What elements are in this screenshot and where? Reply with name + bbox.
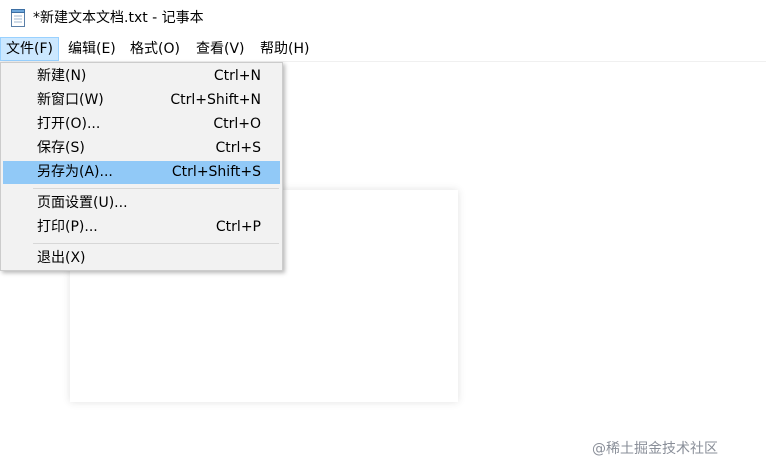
menu-item-shortcut: Ctrl+Shift+N [170,92,261,108]
menu-item-print[interactable]: 打印(P)... Ctrl+P [3,216,280,239]
menu-view[interactable]: 查看(V) [191,37,250,61]
menu-item-label: 退出(X) [37,250,86,266]
watermark-text: @稀土掘金技术社区 [592,441,718,457]
menu-item-label: 新窗口(W) [37,92,104,108]
menu-separator [33,188,279,189]
menu-item-shortcut: Ctrl+N [213,68,261,84]
menu-edit[interactable]: 编辑(E) [63,37,121,61]
menu-bar: 文件(F) 编辑(E) 格式(O) 查看(V) 帮助(H) [0,37,766,62]
menu-format[interactable]: 格式(O) [125,37,185,61]
menu-item-label: 打印(P)... [37,219,98,235]
file-menu-dropdown: 新建(N) Ctrl+N 新窗口(W) Ctrl+Shift+N 打开(O)..… [0,62,283,271]
menu-item-label: 打开(O)... [37,116,101,132]
menu-item-save-as[interactable]: 另存为(A)... Ctrl+Shift+S [3,161,280,184]
menu-item-shortcut: Ctrl+O [213,116,261,132]
menu-item-shortcut: Ctrl+Shift+S [171,164,261,180]
menu-item-shortcut: Ctrl+P [215,219,261,235]
menu-item-new[interactable]: 新建(N) Ctrl+N [3,65,280,88]
window-title: *新建文本文档.txt - 记事本 [33,10,204,26]
menu-help[interactable]: 帮助(H) [255,37,314,61]
title-bar: *新建文本文档.txt - 记事本 [0,0,766,36]
menu-file[interactable]: 文件(F) [0,37,59,61]
notepad-icon [11,9,25,27]
menu-item-save[interactable]: 保存(S) Ctrl+S [3,137,280,160]
menu-item-open[interactable]: 打开(O)... Ctrl+O [3,113,280,136]
menu-item-new-window[interactable]: 新窗口(W) Ctrl+Shift+N [3,89,280,112]
menu-item-label: 页面设置(U)... [37,195,128,211]
menu-item-label: 新建(N) [37,68,87,84]
menu-item-shortcut: Ctrl+S [215,140,261,156]
menu-item-label: 保存(S) [37,140,85,156]
menu-item-exit[interactable]: 退出(X) [3,247,280,270]
menu-item-label: 另存为(A)... [37,164,113,180]
menu-separator [33,243,279,244]
menu-item-page-setup[interactable]: 页面设置(U)... [3,192,280,215]
